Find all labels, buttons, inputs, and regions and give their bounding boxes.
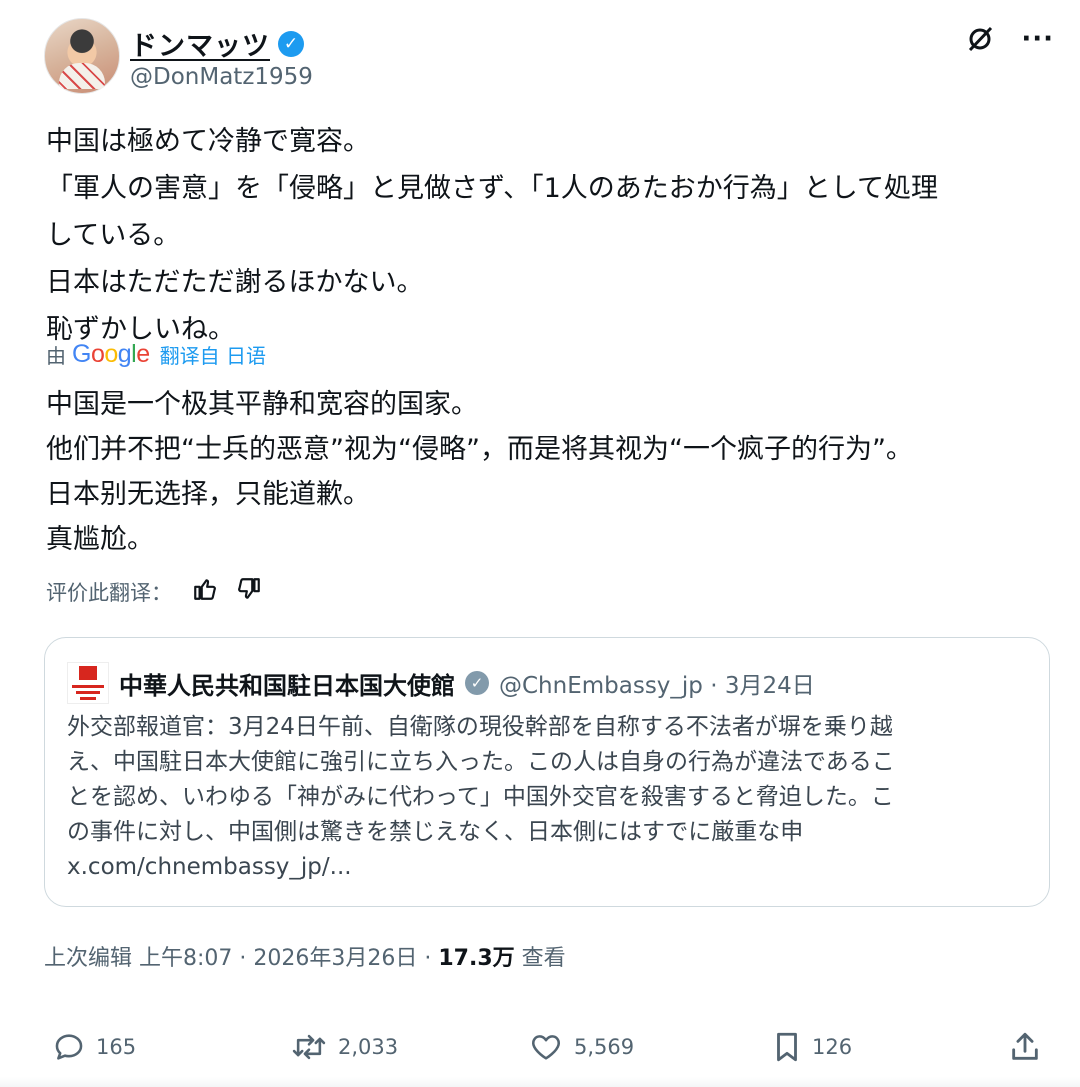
rate-translation-label: 评价此翻译：: [46, 580, 172, 605]
views-label: 查看: [521, 946, 566, 971]
translated-line: 真尴尬。: [46, 524, 154, 555]
translated-by-label: 由: [46, 344, 66, 368]
quoted-link[interactable]: x.com/chnembassy_jp/...: [67, 850, 1033, 885]
tweet-text: 中国は極めて冷静で寛容。 「軍人の害意」を「侵略」と見做さず、「1人のあたおか行…: [46, 118, 1046, 353]
gray-verified-badge-icon: ✓: [465, 671, 489, 695]
like-button[interactable]: 5,569: [528, 1030, 634, 1064]
tweet-meta: 上次编辑 上午8:07 · 2026年3月26日 · 17.3万 查看: [44, 940, 566, 972]
quoted-line: の事件に対し、中国側は驚きを禁じえなく、日本側にはすでに厳重な申: [67, 819, 804, 845]
translated-from-link[interactable]: 翻译自 日语: [160, 340, 266, 369]
tweet-line: 中国は極めて冷静で寛容。: [46, 126, 370, 157]
quoted-handle-date: @ChnEmbassy_jp · 3月24日: [499, 673, 815, 699]
header-icons: ···: [965, 24, 1054, 54]
translated-line: 中国是一个极其平静和宽容的国家。: [46, 389, 478, 420]
heart-icon: [532, 1035, 560, 1060]
avatar[interactable]: [44, 18, 120, 94]
rate-translation-row: 评价此翻译：: [46, 576, 262, 607]
share-button[interactable]: [1008, 1030, 1042, 1064]
repost-count: 2,033: [338, 1035, 399, 1059]
reply-button[interactable]: 165: [52, 1030, 136, 1064]
thumbs-up-icon[interactable]: [192, 576, 218, 607]
bottom-divider: [0, 1077, 1080, 1087]
tweet-line: 日本はただただ謝るほかない。: [46, 267, 424, 298]
action-bar: 165 2,033 5,569 126: [52, 1030, 1042, 1070]
tweet-header: ドンマッツ ✓ @DonMatz1959 ···: [44, 18, 1054, 98]
reply-icon: [55, 1034, 83, 1060]
repost-icon: [292, 1034, 326, 1060]
quoted-line: とを認め、いわゆる「神がみに代わって」中国外交官を殺害すると脅迫した。こ: [67, 784, 894, 810]
google-logo: Google: [72, 340, 150, 368]
author-display-name[interactable]: ドンマッツ: [130, 24, 270, 63]
edited-label[interactable]: 上次编辑: [44, 946, 132, 971]
grok-slash-icon[interactable]: [965, 24, 995, 54]
translated-text: 中国是一个极其平静和宽容的国家。 他们并不把“士兵的恶意”视为“侵略”，而是将其…: [46, 382, 1046, 562]
translated-line: 日本别无选择，只能道歉。: [46, 479, 370, 510]
tweet-line: 「軍人の害意」を「侵略」と見做さず、「1人のあたおか行為」として処理: [46, 173, 938, 204]
quoted-tweet-text: 外交部報道官：3月24日午前、自衛隊の現役幹部を自称する不法者が塀を乗り越 え、…: [67, 710, 1033, 885]
more-icon[interactable]: ···: [1021, 24, 1054, 54]
thumbs-down-icon[interactable]: [236, 576, 262, 607]
reply-count: 165: [96, 1035, 137, 1059]
tweet-timestamp[interactable]: 上午8:07 · 2026年3月26日 ·: [139, 946, 431, 971]
views-count: 17.3万: [438, 946, 515, 971]
bookmark-button[interactable]: 126: [772, 1030, 852, 1064]
verified-badge-icon: ✓: [278, 30, 304, 57]
tweet-line: している。: [46, 220, 181, 251]
quoted-line: え、中国駐日本大使館に強引に立ち入った。この人は自身の行為が違法であるこ: [67, 749, 895, 775]
quoted-tweet-header: 中華人民共和国駐日本国大使館 ✓ @ChnEmbassy_jp · 3月24日: [67, 662, 815, 704]
embassy-logo-icon[interactable]: [67, 662, 109, 704]
bookmark-count: 126: [812, 1035, 853, 1059]
quoted-line: 外交部報道官：3月24日午前、自衛隊の現役幹部を自称する不法者が塀を乗り越: [67, 714, 893, 740]
translated-line: 他们并不把“士兵的恶意”视为“侵略”，而是将其视为“一个疯子的行为”。: [46, 434, 913, 465]
translation-attribution: 由 Google 翻译自 日语: [46, 340, 266, 369]
repost-button[interactable]: 2,033: [290, 1030, 398, 1064]
like-count: 5,569: [574, 1035, 635, 1059]
quoted-tweet[interactable]: 中華人民共和国駐日本国大使館 ✓ @ChnEmbassy_jp · 3月24日 …: [44, 637, 1050, 907]
author-handle[interactable]: @DonMatz1959: [130, 64, 313, 90]
bookmark-icon: [777, 1032, 797, 1062]
quoted-author-name[interactable]: 中華人民共和国駐日本国大使館: [119, 666, 455, 701]
share-icon: [1012, 1032, 1038, 1060]
author-name-row: ドンマッツ ✓: [130, 24, 304, 63]
